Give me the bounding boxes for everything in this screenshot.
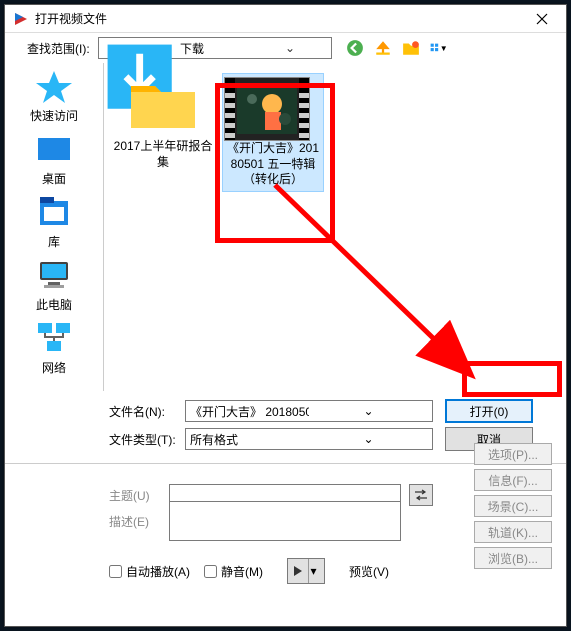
up-icon[interactable] (374, 39, 392, 57)
autoplay-checkbox[interactable]: 自动播放(A) (109, 563, 190, 580)
download-icon (103, 40, 176, 56)
mute-input[interactable] (204, 565, 217, 578)
desc-field[interactable] (169, 501, 401, 541)
app-icon (13, 11, 29, 27)
close-button[interactable] (522, 7, 562, 31)
chevron-down-icon: ⌄ (309, 432, 428, 446)
autoplay-input[interactable] (109, 565, 122, 578)
filetype-field[interactable]: 所有格式 ⌄ (185, 428, 433, 450)
play-icon (294, 566, 302, 576)
star-icon (34, 69, 74, 103)
chevron-down-icon: ⌄ (253, 41, 326, 55)
place-label: 桌面 (14, 170, 94, 187)
lookin-row: 查找范围(I): 下载 ⌄ ▼ (5, 33, 566, 63)
options-button[interactable]: 选项(P)... (474, 443, 552, 465)
computer-icon (34, 258, 74, 292)
new-folder-icon[interactable] (402, 39, 420, 57)
place-thispc[interactable]: 此电脑 (14, 258, 94, 313)
folder-icon (123, 73, 203, 133)
play-button[interactable]: ▾ (287, 558, 325, 584)
place-quickaccess[interactable]: 快速访问 (14, 69, 94, 124)
desc-label: 描述(E) (109, 513, 165, 530)
chevron-down-icon: ⌄ (309, 404, 428, 418)
body-area: 快速访问 桌面 库 此电脑 网络 (5, 63, 566, 391)
filename-value: 《开门大吉》 20180501 五一特辑（转化后 (190, 403, 309, 420)
place-label: 网络 (14, 359, 94, 376)
file-item-folder[interactable]: 2017上半年研报合集 (112, 73, 214, 170)
mute-checkbox[interactable]: 静音(M) (204, 563, 263, 580)
back-icon[interactable] (346, 39, 364, 57)
desktop-icon (34, 132, 74, 166)
place-label: 库 (14, 233, 94, 250)
toolbar-icons: ▼ (346, 39, 448, 57)
swap-button[interactable] (409, 484, 433, 506)
filename-field[interactable]: 《开门大吉》 20180501 五一特辑（转化后 ⌄ (185, 400, 433, 422)
libraries-icon (34, 195, 74, 229)
filetype-value: 所有格式 (190, 431, 309, 448)
titlebar: 打开视频文件 (5, 5, 566, 33)
view-menu-icon[interactable]: ▼ (430, 39, 448, 57)
file-item-video[interactable]: 《开门大吉》20180501 五一特辑（转化后） (222, 73, 324, 192)
place-libraries[interactable]: 库 (14, 195, 94, 250)
lookin-label: 查找范围(I): (27, 40, 90, 57)
browse-button[interactable]: 浏览(B)... (474, 547, 552, 569)
preview-label: 预览(V) (349, 563, 389, 580)
open-file-dialog: 打开视频文件 查找范围(I): 下载 ⌄ ▼ 快速访问 (4, 4, 567, 627)
file-list[interactable]: 2017上半年研报合集 《开门大吉》20180501 五一特辑（转化后） (103, 63, 566, 391)
network-icon (34, 321, 74, 355)
subject-label: 主题(U) (109, 487, 165, 504)
filename-label: 文件名(N): (109, 403, 181, 420)
video-thumbnail (224, 77, 310, 141)
open-button[interactable]: 打开(0) (445, 399, 533, 423)
chevron-down-icon: ▾ (308, 559, 318, 583)
scene-button[interactable]: 场景(C)... (474, 495, 552, 517)
track-button[interactable]: 轨道(K)... (474, 521, 552, 543)
file-name: 2017上半年研报合集 (112, 139, 214, 170)
lookin-combo[interactable]: 下载 ⌄ (98, 37, 332, 59)
side-buttons: 选项(P)... 信息(F)... 场景(C)... 轨道(K)... 浏览(B… (474, 443, 552, 569)
filetype-label: 文件类型(T): (109, 431, 181, 448)
file-name: 《开门大吉》20180501 五一特辑（转化后） (224, 141, 322, 188)
place-label: 快速访问 (14, 107, 94, 124)
dialog-title: 打开视频文件 (35, 10, 522, 27)
info-button[interactable]: 信息(F)... (474, 469, 552, 491)
place-label: 此电脑 (14, 296, 94, 313)
lookin-value: 下载 (180, 40, 253, 57)
places-bar: 快速访问 桌面 库 此电脑 网络 (5, 63, 103, 391)
place-desktop[interactable]: 桌面 (14, 132, 94, 187)
place-network[interactable]: 网络 (14, 321, 94, 376)
